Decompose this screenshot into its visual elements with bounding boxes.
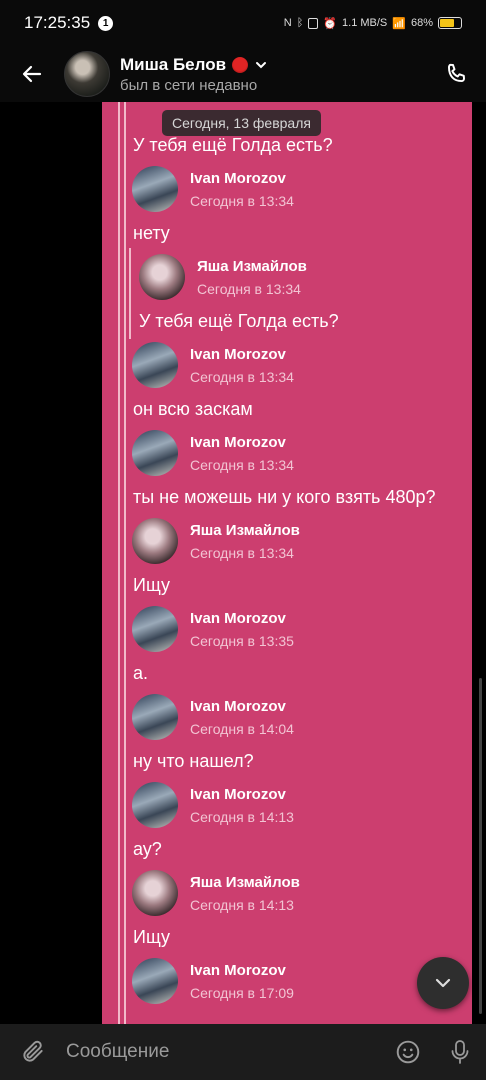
message-time: Сегодня в 17:09 [190, 984, 294, 1001]
message-text: Ищу [133, 575, 170, 595]
bluetooth-icon: ᛒ [296, 17, 304, 29]
message-text: ау? [133, 839, 162, 859]
scrollbar[interactable] [479, 678, 482, 1014]
contact-info[interactable]: Миша Белов был в сети недавно [120, 55, 268, 94]
author-name[interactable]: Яша Измайлов [190, 522, 300, 539]
arrow-left-icon [22, 65, 42, 83]
message-author[interactable]: Ivan Morozov Сегодня в 17:09 [132, 958, 294, 1004]
author-name[interactable]: Ivan Morozov [190, 610, 294, 627]
contact-avatar[interactable] [64, 51, 110, 97]
author-avatar[interactable] [132, 518, 178, 564]
author-avatar[interactable] [132, 166, 178, 212]
phone-icon [447, 63, 465, 83]
paperclip-icon [23, 1040, 43, 1062]
voice-button[interactable] [434, 1024, 486, 1080]
message-author[interactable]: Ivan Morozov Сегодня в 13:34 [132, 342, 294, 388]
microphone-icon [451, 1040, 469, 1064]
composer [0, 1024, 486, 1080]
author-avatar[interactable] [132, 342, 178, 388]
nfc-icon: N [283, 17, 292, 29]
message-author[interactable]: Ivan Morozov Сегодня в 13:34 [132, 166, 294, 212]
battery-percent: 68% [410, 17, 433, 29]
smile-icon [396, 1040, 420, 1064]
author-avatar[interactable] [132, 870, 178, 916]
forward-line [124, 102, 126, 1024]
battery-icon [438, 17, 462, 29]
message-time: Сегодня в 13:34 [197, 280, 301, 297]
message-author[interactable]: Яша Измайлов Сегодня в 13:34 [139, 254, 307, 300]
author-name[interactable]: Яша Измайлов [197, 258, 307, 275]
date-chip: Сегодня, 13 февраля [162, 110, 321, 136]
message-time: Сегодня в 13:34 [190, 368, 294, 385]
message-text: нету [133, 223, 170, 243]
author-name[interactable]: Ivan Morozov [190, 434, 294, 451]
author-name[interactable]: Ivan Morozov [190, 786, 294, 803]
chevron-down-icon [435, 978, 451, 988]
contact-status: был в сети недавно [120, 76, 258, 94]
message-author[interactable]: Ivan Morozov Сегодня в 14:13 [132, 782, 294, 828]
author-avatar[interactable] [132, 782, 178, 828]
author-name[interactable]: Ivan Morozov [190, 170, 294, 187]
message-author[interactable]: Яша Измайлов Сегодня в 13:34 [132, 518, 300, 564]
message-time: Сегодня в 14:04 [190, 720, 294, 737]
spider-emoji-icon [232, 56, 249, 73]
message-text: ну что нашел? [133, 751, 254, 771]
forward-line [118, 102, 120, 1024]
notification-badge: 1 [98, 15, 114, 31]
message-time: Сегодня в 13:35 [190, 632, 294, 649]
message-text: Ищу [133, 927, 170, 947]
author-avatar[interactable] [139, 254, 185, 300]
status-icons: N ᛒ ⏰ 1.1 MB/S 📶 68% [284, 17, 462, 30]
message-list[interactable]: Сегодня, 13 февраля У тебя ещё Голда ест… [0, 102, 486, 1024]
author-name[interactable]: Ivan Morozov [190, 346, 294, 363]
author-avatar[interactable] [132, 958, 178, 1004]
message-text: он всю заскам [133, 399, 253, 419]
message-text: ты не можешь ни у кого взять 480р? [133, 487, 436, 507]
signal-icon: 📶 [392, 17, 406, 30]
status-time: 17:25:35 [24, 13, 91, 32]
author-avatar[interactable] [132, 694, 178, 740]
message-time: Сегодня в 13:34 [190, 544, 294, 561]
message-author[interactable]: Яша Измайлов Сегодня в 14:13 [132, 870, 300, 916]
back-button[interactable] [0, 46, 64, 102]
author-avatar[interactable] [132, 430, 178, 476]
author-name[interactable]: Ivan Morozov [190, 698, 294, 715]
message-author[interactable]: Ivan Morozov Сегодня в 13:34 [132, 430, 294, 476]
net-speed: 1.1 MB/S [342, 17, 388, 29]
vibrate-icon [308, 17, 319, 29]
status-bar: 17:25:35 1 N ᛒ ⏰ 1.1 MB/S 📶 68% [0, 0, 486, 46]
contact-name: Миша Белов [120, 54, 227, 74]
chat-header: Миша Белов был в сети недавно [0, 46, 486, 102]
message-author[interactable]: Ivan Morozov Сегодня в 13:35 [132, 606, 294, 652]
message-author[interactable]: Ivan Morozov Сегодня в 14:04 [132, 694, 294, 740]
message-time: Сегодня в 14:13 [190, 808, 294, 825]
quote-line [129, 248, 131, 339]
attach-button[interactable] [0, 1024, 66, 1080]
author-avatar[interactable] [132, 606, 178, 652]
message-time: Сегодня в 13:34 [190, 192, 294, 209]
message-time: Сегодня в 13:34 [190, 456, 294, 473]
message-text: а. [133, 663, 149, 683]
author-name[interactable]: Ivan Morozov [190, 962, 294, 979]
author-name[interactable]: Яша Измайлов [190, 874, 300, 891]
chevron-down-icon[interactable] [254, 58, 268, 72]
scroll-down-button[interactable] [417, 957, 469, 1009]
call-button[interactable] [426, 46, 486, 102]
emoji-button[interactable] [382, 1024, 434, 1080]
message-input[interactable] [66, 1032, 382, 1072]
message-text: У тебя ещё Голда есть? [133, 135, 333, 155]
message-time: Сегодня в 14:13 [190, 896, 294, 913]
alarm-icon: ⏰ [323, 17, 338, 30]
message-text: У тебя ещё Голда есть? [139, 311, 339, 331]
